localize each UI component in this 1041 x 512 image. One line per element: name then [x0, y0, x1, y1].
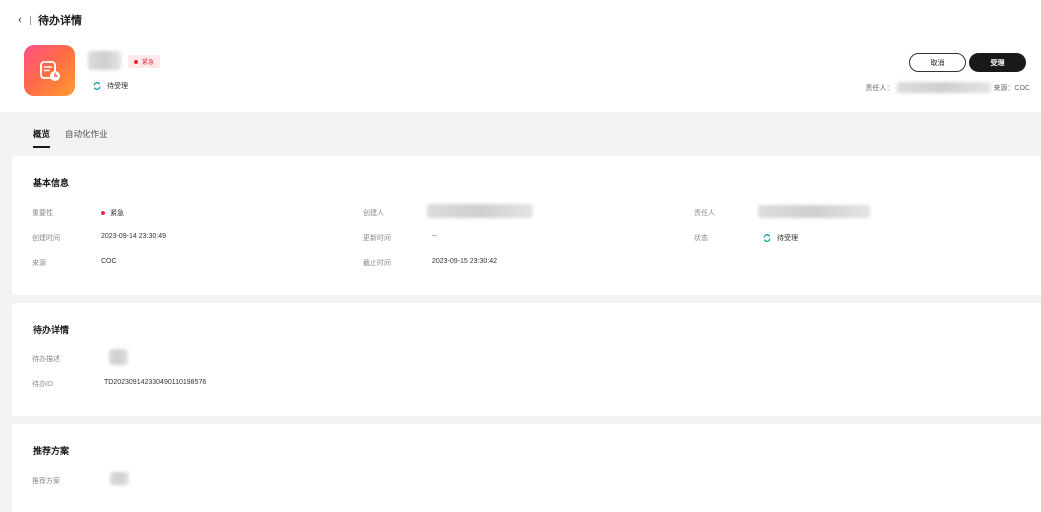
- plan-label: 推荐方案: [32, 478, 60, 485]
- document-clock-icon: [39, 60, 60, 81]
- source-label: 来源: [32, 260, 46, 267]
- tab-automation-jobs[interactable]: 自动化作业: [65, 128, 108, 148]
- description-value-redacted: [109, 349, 128, 365]
- divider: [30, 15, 31, 25]
- sync-icon: [93, 82, 101, 90]
- creator-label: 创建人: [363, 210, 384, 217]
- assignee-value-redacted: [758, 205, 870, 218]
- todo-app-icon: [24, 45, 75, 96]
- status-value-text: 待受理: [777, 235, 798, 242]
- section-title: 基本信息: [33, 178, 70, 188]
- urgency-badge: 紧急: [128, 55, 161, 68]
- sync-icon: [763, 234, 771, 242]
- status-value: 待受理: [763, 233, 798, 243]
- assignee-value-redacted: [897, 82, 992, 93]
- urgent-dot-icon: [134, 59, 138, 64]
- description-label: 待办描述: [32, 356, 60, 363]
- recommendation-card: 推荐方案 推荐方案: [12, 424, 1041, 512]
- importance-value: 紧急: [101, 208, 124, 218]
- assignee-source-line: 责任人： 来源：COC: [865, 82, 1030, 93]
- deadline-label: 截止时间: [363, 260, 391, 267]
- basic-info-card: 基本信息 重要性 紧急 创建人 责任人 创建时间 2023-09-14 23:3…: [12, 156, 1041, 295]
- urgent-dot-icon: [101, 211, 105, 215]
- page-title: 待办详情: [38, 15, 82, 27]
- updated-time-value: --: [432, 233, 437, 240]
- deadline-value: 2023-09-15 23:30:42: [432, 258, 497, 265]
- todo-title-redacted: [88, 51, 121, 70]
- importance-value-text: 紧急: [110, 210, 124, 217]
- source-value: COC: [101, 258, 117, 265]
- accept-button[interactable]: 受理: [969, 53, 1026, 72]
- chevron-left-icon[interactable]: ‹: [15, 13, 25, 27]
- tab-overview[interactable]: 概览: [33, 128, 51, 148]
- section-title: 推荐方案: [33, 446, 70, 456]
- source-text: 来源：COC: [993, 84, 1030, 92]
- todo-id-label: 待办ID: [32, 381, 53, 388]
- plan-value-redacted: [110, 472, 129, 485]
- importance-label: 重要性: [32, 210, 53, 217]
- assignee-label: 责任人：: [865, 84, 894, 92]
- status-label: 待受理: [107, 83, 128, 90]
- urgency-badge-label: 紧急: [142, 60, 155, 66]
- creator-value-redacted: [427, 204, 533, 218]
- created-time-value: 2023-09-14 23:30:49: [101, 233, 166, 240]
- back-button[interactable]: ‹ 待办详情: [15, 12, 82, 28]
- updated-time-label: 更新时间: [363, 235, 391, 242]
- status-indicator: 待受理: [93, 81, 128, 91]
- created-time-label: 创建时间: [32, 235, 60, 242]
- todo-id-value: TD202309142330490110198576: [104, 379, 207, 386]
- todo-details-card: 待办详情 待办描述 待办ID TD20230914233049011019857…: [12, 303, 1041, 416]
- assignee-label: 责任人: [694, 210, 715, 217]
- section-title: 待办详情: [33, 325, 70, 335]
- header-panel: ‹ 待办详情 紧急 待受理 取消 受理 责任人： 来源：COC: [0, 0, 1041, 112]
- cancel-button[interactable]: 取消: [909, 53, 966, 72]
- tab-bar: 概览 自动化作业: [33, 128, 123, 148]
- status-label: 状态: [694, 235, 708, 242]
